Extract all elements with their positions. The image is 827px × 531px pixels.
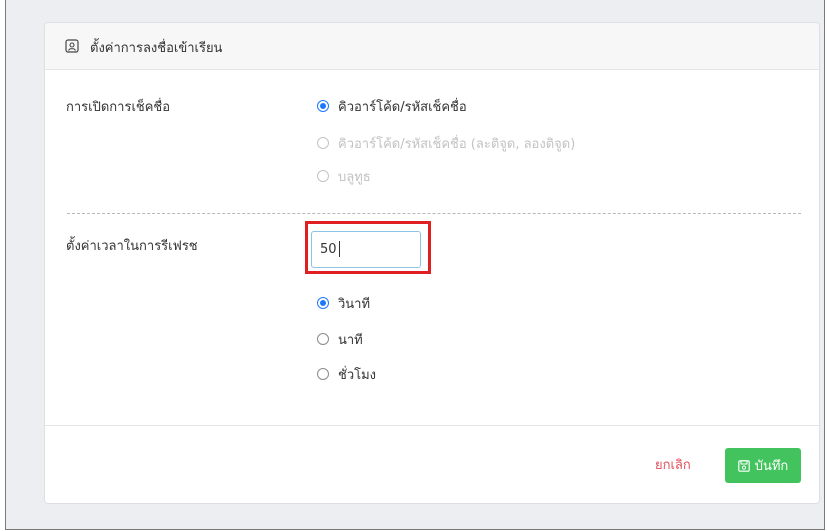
window-frame: ตั้งค่าการลงชื่อเข้าเรียน การเปิดการเช็ค… bbox=[5, 0, 825, 530]
radio-button[interactable] bbox=[317, 297, 329, 309]
settings-card: ตั้งค่าการลงชื่อเข้าเรียน การเปิดการเช็ค… bbox=[44, 22, 820, 504]
checkin-option-bluetooth[interactable]: บลูทูธ bbox=[317, 166, 371, 186]
card-header: ตั้งค่าการลงชื่อเข้าเรียน bbox=[45, 23, 819, 70]
radio-button[interactable] bbox=[317, 368, 329, 380]
refresh-time-input[interactable] bbox=[311, 231, 421, 268]
radio-label: นาที bbox=[338, 332, 363, 348]
section-divider bbox=[67, 213, 801, 214]
text-cursor bbox=[339, 241, 340, 257]
checkin-option-qr[interactable]: คิวอาร์โค้ด/รหัสเช็คชื่อ bbox=[317, 96, 467, 116]
refresh-time-label: ตั้งค่าเวลาในการรีเฟรช bbox=[66, 239, 198, 254]
radio-button[interactable] bbox=[317, 333, 329, 345]
radio-label: ชั่วโมง bbox=[338, 367, 377, 383]
radio-label: คิวอาร์โค้ด/รหัสเช็คชื่อ (ละติจูด, ลองติ… bbox=[338, 136, 576, 152]
checkin-mode-label: การเปิดการเช็คชื่อ bbox=[66, 100, 171, 115]
radio-button[interactable] bbox=[317, 137, 329, 149]
cancel-button[interactable]: ยกเลิก bbox=[655, 454, 691, 475]
footer-divider bbox=[45, 425, 819, 426]
unit-option-hours[interactable]: ชั่วโมง bbox=[317, 364, 376, 384]
radio-label: คิวอาร์โค้ด/รหัสเช็คชื่อ bbox=[338, 99, 467, 115]
radio-button[interactable] bbox=[317, 100, 329, 112]
save-button-label: บันทึก bbox=[754, 459, 789, 474]
card-title: ตั้งค่าการลงชื่อเข้าเรียน bbox=[90, 41, 223, 56]
save-icon bbox=[737, 459, 750, 472]
unit-option-minutes[interactable]: นาที bbox=[317, 329, 363, 349]
unit-option-seconds[interactable]: วินาที bbox=[317, 293, 370, 313]
radio-label: บลูทูธ bbox=[338, 169, 371, 185]
checkin-option-qr-location[interactable]: คิวอาร์โค้ด/รหัสเช็คชื่อ (ละติจูด, ลองติ… bbox=[317, 133, 575, 153]
user-frame-icon bbox=[65, 39, 79, 53]
save-button[interactable]: บันทึก bbox=[725, 448, 801, 483]
radio-button[interactable] bbox=[317, 170, 329, 182]
radio-label: วินาที bbox=[338, 296, 371, 312]
